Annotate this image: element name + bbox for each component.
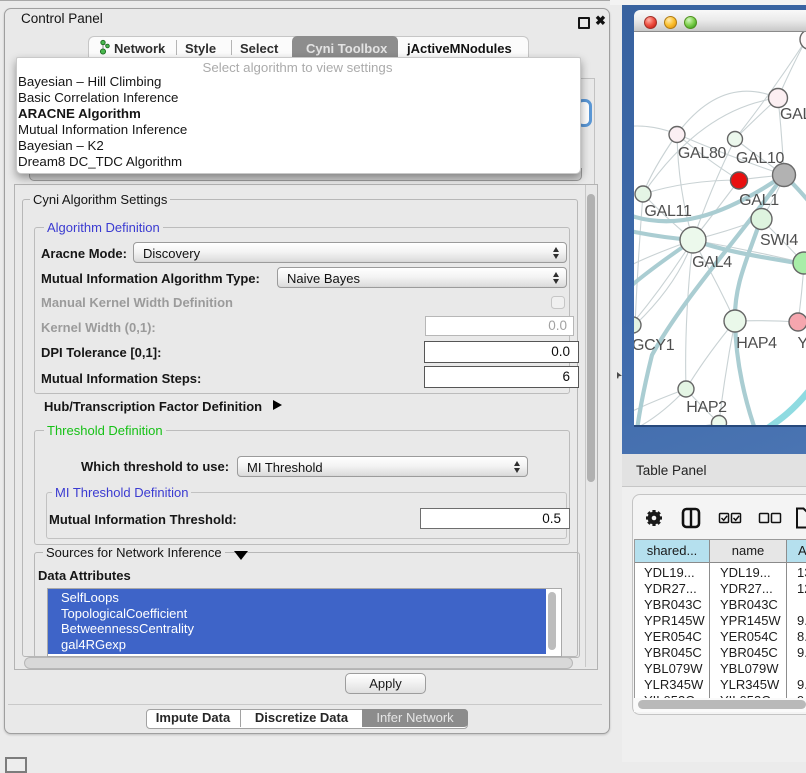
svg-text:HAP2: HAP2 <box>686 399 727 416</box>
svg-text:GAL4: GAL4 <box>692 254 732 271</box>
svg-text:GAL11: GAL11 <box>644 203 692 220</box>
svg-text:HAP4: HAP4 <box>736 335 777 352</box>
svg-text:YJR: YJR <box>798 335 806 352</box>
svg-text:GAL7: GAL7 <box>780 106 806 123</box>
svg-text:SWI4: SWI4 <box>760 232 798 249</box>
svg-text:GAL10: GAL10 <box>736 150 785 167</box>
svg-text:GAL80: GAL80 <box>678 145 727 162</box>
svg-text:GAL1: GAL1 <box>739 192 779 209</box>
svg-text:GCY1: GCY1 <box>632 337 675 354</box>
